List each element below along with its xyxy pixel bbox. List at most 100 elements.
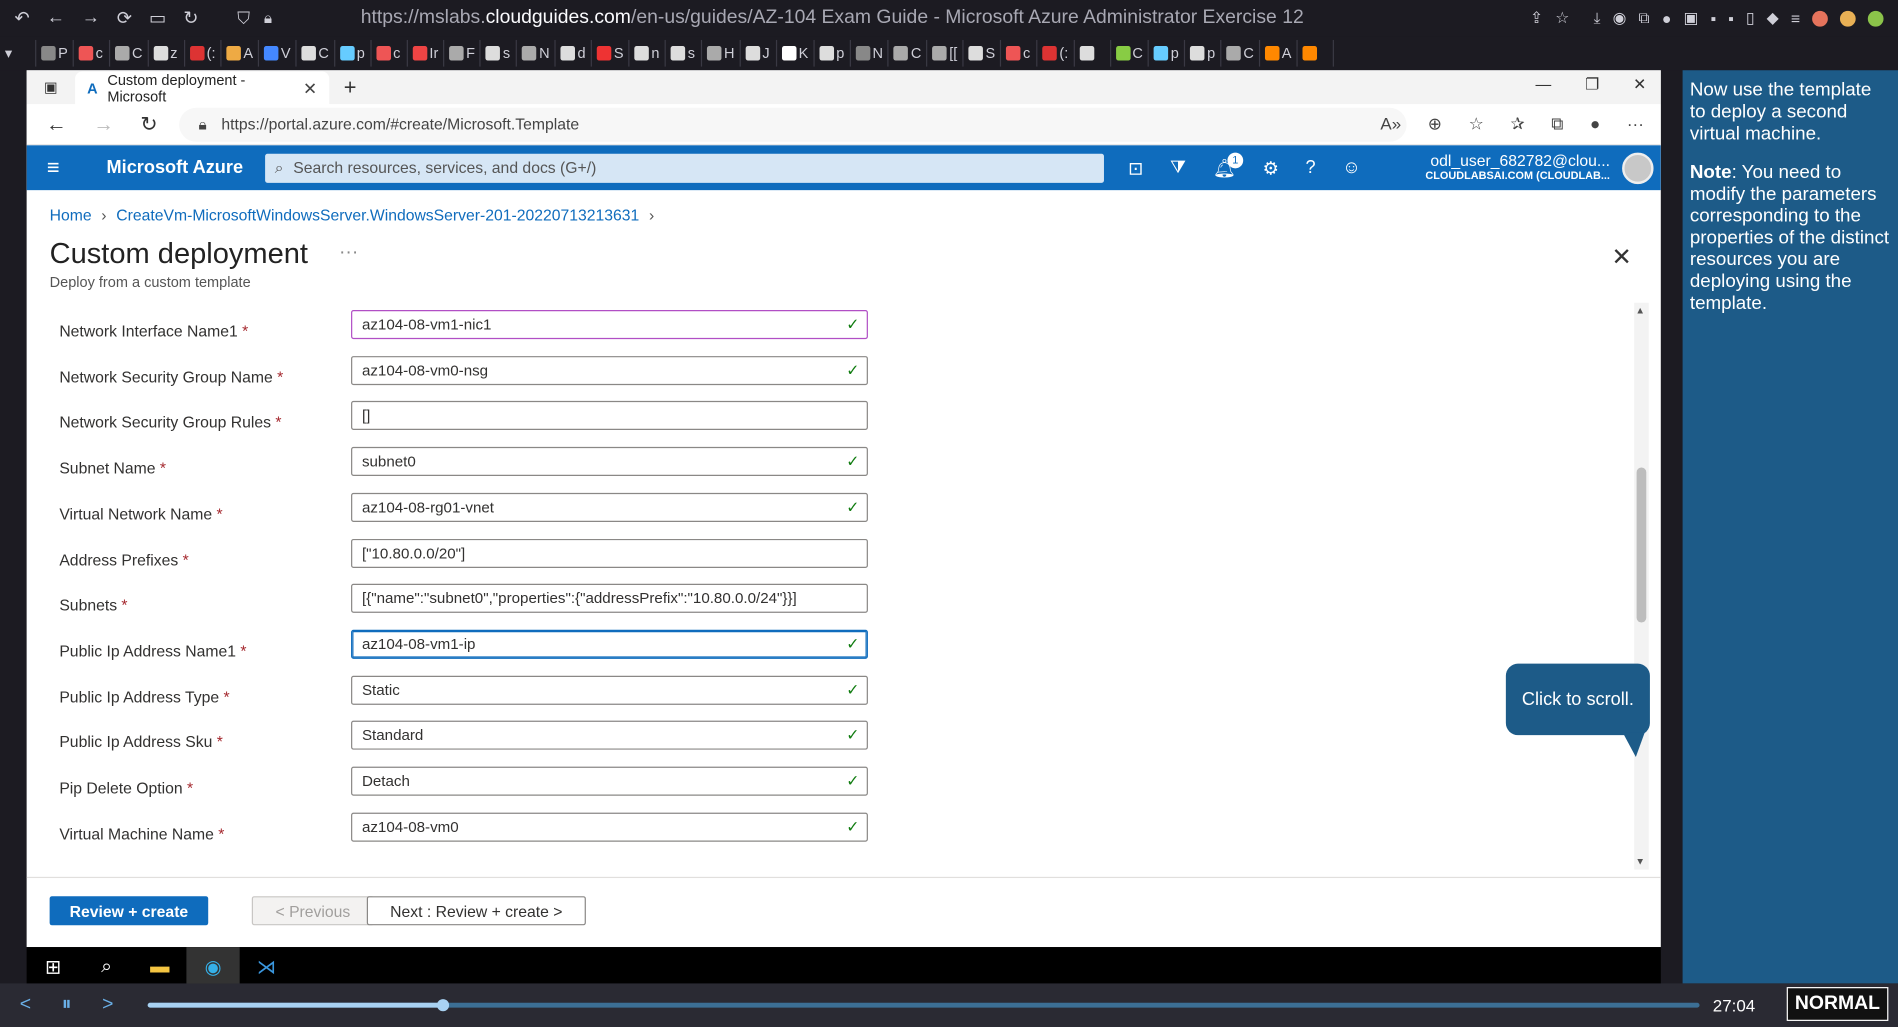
extensions-icon[interactable]: ⧉	[1639, 8, 1650, 27]
firefox-tab[interactable]: p	[814, 39, 851, 67]
next-review-create-button[interactable]: Next : Review + create >	[366, 896, 586, 926]
firefox-tab[interactable]: J	[741, 39, 777, 67]
profile-icon[interactable]: ●	[1590, 114, 1600, 135]
azure-brand[interactable]: Microsoft Azure	[107, 157, 244, 178]
firefox-tab[interactable]	[1297, 39, 1334, 67]
firefox-tab[interactable]: A	[222, 39, 260, 67]
click-to-scroll-tooltip[interactable]: Click to scroll.	[1505, 663, 1650, 736]
download-icon[interactable]: ⤓	[1594, 8, 1601, 27]
edge-tab-custom-deployment[interactable]: A Custom deployment - Microsoft ✕	[75, 71, 330, 106]
form-scrollbar[interactable]: ▲ ▼	[1634, 302, 1649, 870]
menu-icon[interactable]: ≡	[1791, 9, 1800, 27]
firefox-tab[interactable]: S	[592, 39, 630, 67]
parameter-input[interactable]: Static ✓	[351, 675, 868, 705]
firefox-tab[interactable]: N	[851, 39, 890, 67]
firefox-tab[interactable]: c	[74, 39, 111, 67]
firefox-tab[interactable]: (:	[1038, 39, 1075, 67]
firefox-tab[interactable]: C	[110, 39, 149, 67]
firefox-tab[interactable]: d	[556, 39, 593, 67]
firefox-tab[interactable]: A	[1260, 39, 1298, 67]
mode-indicator[interactable]: NORMAL	[1786, 987, 1889, 1021]
search-icon[interactable]: ⌕	[80, 947, 133, 988]
firefox-tab[interactable]: p	[335, 39, 372, 67]
back-icon[interactable]: ←	[46, 112, 67, 136]
azure-search-input[interactable]: ⌕ Search resources, services, and docs (…	[265, 153, 1104, 183]
firefox-url[interactable]: https://mslabs.cloudguides.com/en-us/gui…	[361, 7, 1304, 29]
forward-icon[interactable]: →	[82, 7, 100, 29]
firefox-tab[interactable]: N	[517, 39, 556, 67]
breadcrumb-home[interactable]: Home	[50, 206, 92, 224]
firefox-tab[interactable]: C	[889, 39, 928, 67]
settings-gear-icon[interactable]: ⚙	[1263, 157, 1279, 179]
firefox-tab[interactable]: s	[481, 39, 518, 67]
parameter-input[interactable]: az104-08-rg01-vnet ✓	[351, 492, 868, 522]
help-icon[interactable]: ?	[1305, 157, 1315, 179]
user-account[interactable]: odl_user_682782@clou... CLOUDLABSAI.COM …	[1425, 152, 1610, 183]
parameter-input[interactable]: [{"name":"subnet0","properties":{"addres…	[351, 583, 868, 614]
parameter-input[interactable]: subnet0 ✓	[351, 447, 868, 477]
review-create-button[interactable]: Review + create	[49, 896, 209, 926]
firefox-tab[interactable]: [[	[927, 39, 964, 67]
tab-close-icon[interactable]: ✕	[303, 78, 317, 99]
firefox-tab[interactable]: C	[1111, 39, 1149, 67]
new-tab-icon[interactable]: +	[344, 74, 357, 99]
share-icon[interactable]: ⇪	[1530, 8, 1543, 27]
parameter-input[interactable]: az104-08-vm0 ✓	[351, 812, 868, 842]
next-step-icon[interactable]: >	[87, 994, 128, 1016]
scroll-down-icon[interactable]: ▼	[1635, 856, 1645, 867]
firefox-tab[interactable]: C	[1222, 39, 1260, 67]
favorite-star-icon[interactable]: ☆	[1469, 114, 1484, 135]
firefox-tab[interactable]: (:	[185, 39, 222, 67]
shield-icon[interactable]: ⛉	[237, 8, 250, 29]
parameter-input[interactable]: ["10.80.0.0/20"]	[351, 538, 868, 568]
parameter-input[interactable]: az104-08-vm1-nic1 ✓	[351, 310, 868, 340]
firefox-tab[interactable]: s	[666, 39, 703, 67]
addon-icon[interactable]: ▪	[1728, 9, 1734, 27]
pause-icon[interactable]: ⏸	[46, 994, 87, 1016]
directory-filter-icon[interactable]: ⧩	[1170, 157, 1186, 179]
addon-icon[interactable]: ▯	[1746, 8, 1755, 27]
undo-icon[interactable]: ↶	[15, 7, 30, 29]
more-options-icon[interactable]: ···	[339, 242, 358, 264]
firefox-tab[interactable]: z	[149, 39, 185, 67]
minimize-window-icon[interactable]	[1839, 10, 1856, 27]
feedback-icon[interactable]: ☺	[1342, 157, 1361, 179]
avatar[interactable]	[1622, 151, 1654, 184]
sidebar-icon[interactable]: ▭	[149, 7, 166, 29]
firefox-tab[interactable]: Ir	[408, 39, 445, 67]
read-aloud-icon[interactable]: A»	[1380, 114, 1401, 135]
reload-icon[interactable]: ↻	[183, 7, 198, 29]
account-icon[interactable]: ●	[1662, 9, 1672, 27]
scrollbar-thumb[interactable]	[1636, 467, 1647, 623]
refresh-icon[interactable]: ↻	[140, 112, 157, 136]
parameter-input[interactable]: az104-08-vm0-nsg ✓	[351, 355, 868, 385]
addon-icon[interactable]: ▪	[1710, 9, 1716, 27]
breadcrumb-item[interactable]: CreateVm-MicrosoftWindowsServer.WindowsS…	[116, 206, 639, 224]
maximize-window-icon[interactable]	[1867, 10, 1884, 27]
restore-icon[interactable]: ❐	[1585, 75, 1599, 94]
bookmark-star-icon[interactable]: ☆	[1555, 8, 1569, 27]
firefox-tab[interactable]: C	[297, 39, 335, 67]
minimize-icon[interactable]: —	[1535, 75, 1551, 94]
close-window-icon[interactable]	[1812, 10, 1828, 27]
firefox-tab[interactable]	[1074, 39, 1111, 67]
edge-browser-icon[interactable]: ◉	[186, 947, 240, 989]
sync-icon[interactable]: ⟳	[117, 7, 132, 29]
windows-start-icon[interactable]: ⊞	[27, 947, 80, 988]
parameter-input[interactable]: Detach ✓	[351, 766, 868, 796]
vscode-icon[interactable]: ⋊	[240, 947, 293, 988]
zoom-icon[interactable]: ⊕	[1428, 114, 1442, 135]
firefox-tab-list-icon[interactable]: ▾	[0, 39, 37, 67]
collections-icon[interactable]: ⧉	[1551, 114, 1563, 135]
scroll-up-icon[interactable]: ▲	[1635, 305, 1645, 316]
firefox-tab[interactable]: c	[1001, 39, 1038, 67]
addon-icon[interactable]: ◆	[1767, 8, 1779, 27]
lock-icon[interactable]: 🔒︎	[264, 8, 272, 27]
extension-icon[interactable]: ◉	[1613, 8, 1627, 27]
firefox-tab[interactable]: F	[444, 39, 482, 67]
favorites-icon[interactable]: ✰	[1510, 114, 1524, 135]
firefox-tab[interactable]: K	[777, 39, 815, 67]
progress-track[interactable]	[147, 999, 1700, 1012]
close-blade-icon[interactable]: ✕	[1611, 242, 1631, 272]
firefox-tab[interactable]: H	[702, 39, 741, 67]
